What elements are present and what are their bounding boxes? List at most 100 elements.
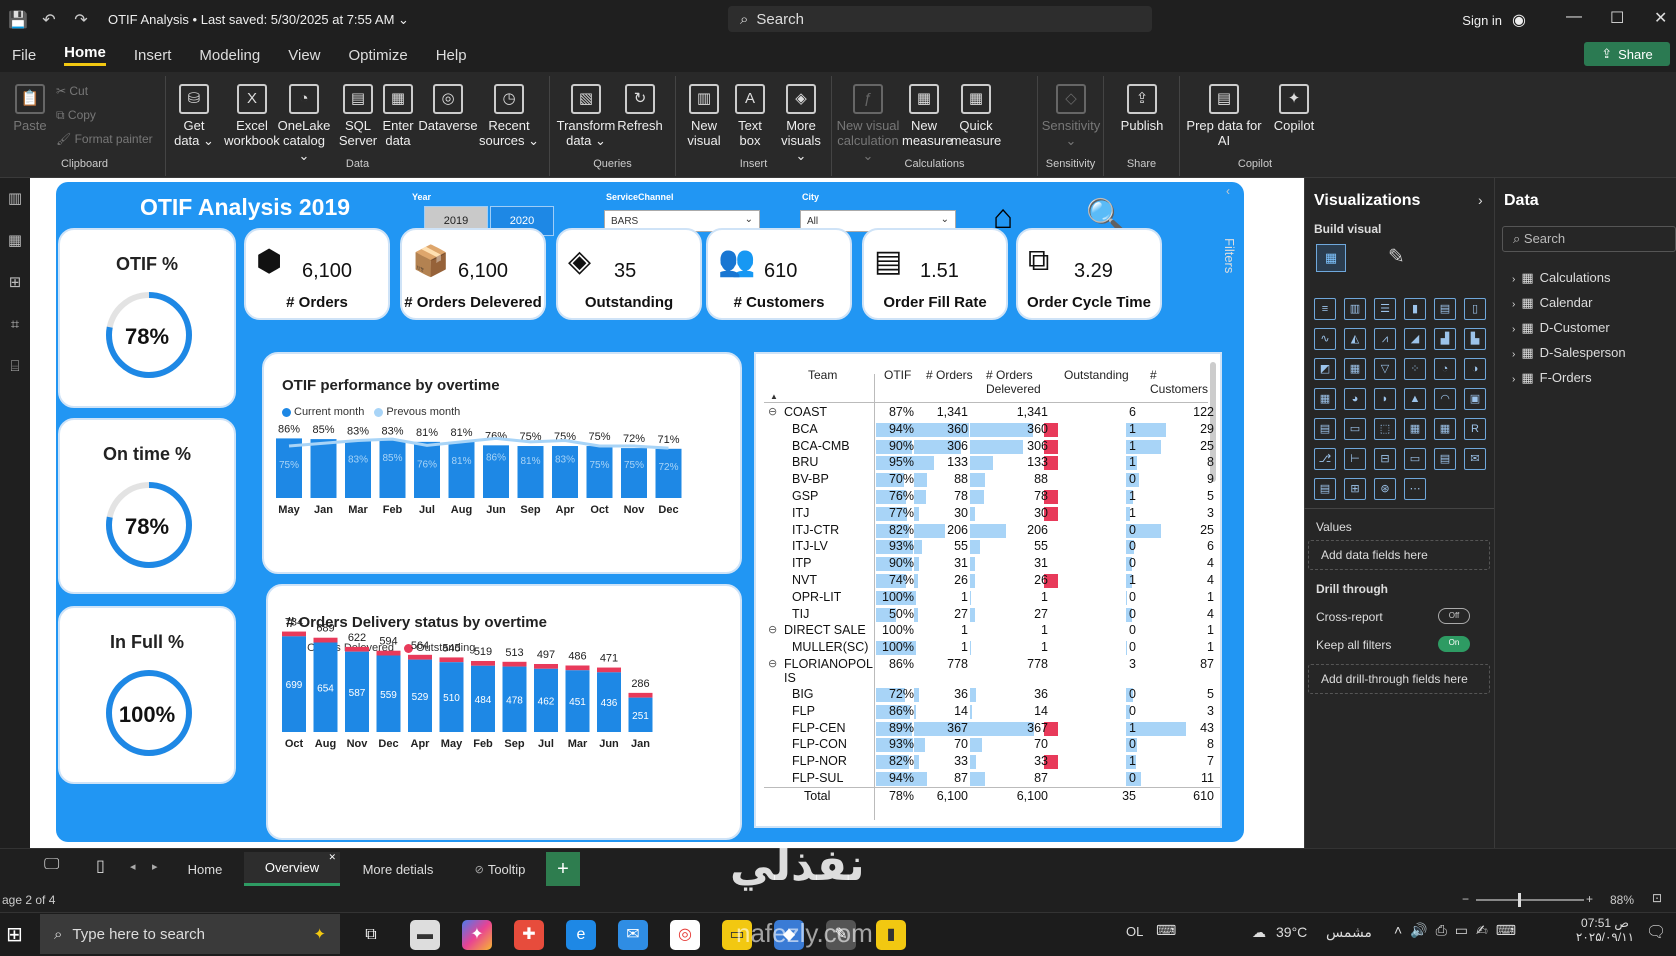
zoom-slider[interactable] bbox=[1476, 899, 1584, 901]
tab-more-details[interactable]: More detials bbox=[348, 852, 448, 886]
visual-type-icon-10[interactable]: ▟ bbox=[1434, 328, 1456, 350]
table-row[interactable]: OPR-LIT 100% 1 1 0 1 bbox=[764, 589, 1220, 606]
redo-icon[interactable]: ↷ bbox=[72, 10, 90, 30]
bar-outstanding[interactable] bbox=[313, 637, 338, 643]
format-painter-button[interactable]: 🖌 Format painter bbox=[56, 132, 153, 146]
drill-through-well[interactable]: Add drill-through fields here bbox=[1308, 664, 1490, 694]
collapse-icon[interactable]: ⊖ bbox=[768, 405, 777, 418]
visual-type-icon-23[interactable]: ▣ bbox=[1464, 388, 1486, 410]
menu-file[interactable]: File bbox=[12, 47, 36, 64]
mail-icon[interactable]: ✉ bbox=[618, 920, 648, 950]
visual-type-icon-33[interactable]: ▭ bbox=[1404, 448, 1426, 470]
table-row[interactable]: ITJ 77% 30 30 1 3 bbox=[764, 505, 1220, 522]
cross-report-toggle[interactable]: Off bbox=[1438, 608, 1470, 624]
zoom-out-icon[interactable]: − bbox=[1462, 892, 1469, 906]
visual-type-icon-24[interactable]: ▤ bbox=[1314, 418, 1336, 440]
tab-home[interactable]: Home bbox=[170, 852, 240, 886]
table-row[interactable]: ITP 90% 31 31 0 4 bbox=[764, 555, 1220, 572]
table-row[interactable]: MULLER(SC) 100% 1 1 0 1 bbox=[764, 639, 1220, 656]
edge-icon[interactable]: e bbox=[566, 920, 596, 950]
menu-home[interactable]: Home bbox=[64, 44, 106, 66]
visual-type-icon-0[interactable]: ≡ bbox=[1314, 298, 1336, 320]
visual-type-icon-12[interactable]: ◩ bbox=[1314, 358, 1336, 380]
ribbon-calculations-button-0[interactable]: ƒ New visual calculation ⌄ bbox=[836, 84, 900, 163]
table-row[interactable]: BCA 94% 360 360 1 29 bbox=[764, 421, 1220, 438]
bar-outstanding[interactable] bbox=[565, 665, 590, 671]
filters-collapse-icon[interactable]: ‹ bbox=[1226, 184, 1230, 198]
bar-current[interactable] bbox=[448, 441, 475, 498]
ribbon-data-button-3[interactable]: ▤ SQL Server bbox=[336, 84, 380, 148]
bar-outstanding[interactable] bbox=[282, 631, 306, 637]
data-table-f-orders[interactable]: › ▦ F-Orders bbox=[1512, 370, 1592, 386]
ribbon-insert-button-1[interactable]: A Text box bbox=[728, 84, 772, 148]
collapse-icon[interactable]: ⊖ bbox=[768, 657, 777, 670]
bar-current[interactable] bbox=[345, 440, 371, 498]
visual-type-icon-26[interactable]: ⬚ bbox=[1374, 418, 1396, 440]
sign-in-button[interactable]: Sign in ◉ bbox=[1462, 10, 1526, 30]
format-visual-icon[interactable]: ✎ bbox=[1388, 244, 1405, 269]
menu-view[interactable]: View bbox=[288, 47, 320, 64]
share-button[interactable]: ⇪ Share bbox=[1584, 42, 1670, 66]
add-page-button[interactable]: + bbox=[546, 852, 580, 886]
visual-type-icon-34[interactable]: ▤ bbox=[1434, 448, 1456, 470]
gift-icon[interactable]: ✚ bbox=[514, 920, 544, 950]
table-row[interactable]: BV-BP 70% 88 88 0 9 bbox=[764, 471, 1220, 488]
close-icon[interactable]: ✕ bbox=[1654, 8, 1667, 28]
menu-help[interactable]: Help bbox=[436, 47, 467, 64]
visual-type-icon-2[interactable]: ☰ bbox=[1374, 298, 1396, 320]
tab-overview[interactable]: Overview ✕ bbox=[244, 852, 340, 886]
weather-icon[interactable]: ☁ bbox=[1252, 924, 1266, 941]
visual-type-icon-28[interactable]: ▦ bbox=[1434, 418, 1456, 440]
table-view-icon[interactable]: ▦ bbox=[0, 220, 30, 262]
visual-type-icon-30[interactable]: ⎇ bbox=[1314, 448, 1336, 470]
powerbi-taskbar-icon[interactable]: ▮ bbox=[876, 920, 906, 950]
visual-type-icon-8[interactable]: ⩘ bbox=[1374, 328, 1396, 350]
chevron-right-icon[interactable]: › bbox=[1478, 192, 1483, 208]
filters-pane-tab[interactable]: Filters bbox=[1222, 238, 1237, 273]
table-row[interactable]: ITJ-LV 93% 55 55 0 6 bbox=[764, 538, 1220, 555]
zoom-slider-thumb[interactable] bbox=[1518, 893, 1521, 907]
fit-page-icon[interactable]: ⊡ bbox=[1652, 891, 1662, 905]
table-row[interactable]: FLP-SUL 94% 87 87 0 11 bbox=[764, 770, 1220, 787]
table-group-row[interactable]: ⊖ FLORIANOPOL IS 86% 778 778 3 87 bbox=[764, 656, 1220, 686]
bar-outstanding[interactable] bbox=[502, 661, 527, 667]
visual-type-icon-6[interactable]: ∿ bbox=[1314, 328, 1336, 350]
prev-page-icon[interactable]: ◂ bbox=[130, 860, 136, 873]
visual-type-icon-18[interactable]: ▦ bbox=[1314, 388, 1336, 410]
visual-type-icon-37[interactable]: ⊞ bbox=[1344, 478, 1366, 500]
bar-current[interactable] bbox=[310, 439, 337, 498]
table-row[interactable]: FLP 86% 14 14 0 3 bbox=[764, 703, 1220, 720]
maximize-icon[interactable]: ☐ bbox=[1610, 8, 1624, 28]
table-row[interactable]: NVT 74% 26 26 1 4 bbox=[764, 572, 1220, 589]
bar-outstanding[interactable] bbox=[628, 692, 653, 698]
visual-type-icon-16[interactable]: ◔ bbox=[1434, 358, 1456, 380]
menu-modeling[interactable]: Modeling bbox=[199, 47, 260, 64]
bar-current[interactable] bbox=[517, 446, 544, 498]
paste-button[interactable]: 📋 Paste bbox=[10, 84, 50, 133]
system-tray-icons[interactable]: ˄🔊⎙▭✍⌨ bbox=[1394, 922, 1524, 939]
ribbon-copilot-button-0[interactable]: ▤ Prep data for AI bbox=[1186, 84, 1262, 148]
visual-type-icon-13[interactable]: ▦ bbox=[1344, 358, 1366, 380]
visual-type-icon-17[interactable]: ◑ bbox=[1464, 358, 1486, 380]
bar-outstanding[interactable] bbox=[471, 660, 495, 666]
undo-icon[interactable]: ↶ bbox=[40, 10, 58, 30]
ribbon-queries-button-1[interactable]: ↻ Refresh bbox=[614, 84, 666, 133]
bar-current[interactable] bbox=[586, 446, 613, 498]
table-row[interactable]: BIG 72% 36 36 0 5 bbox=[764, 686, 1220, 703]
ribbon-data-button-2[interactable]: ◔ OneLake catalog ⌄ bbox=[276, 84, 332, 163]
notification-icon[interactable]: 🗨 bbox=[1646, 922, 1666, 942]
ribbon-sensitivity-button-0[interactable]: ◇ Sensitivity ⌄ bbox=[1040, 84, 1102, 148]
values-well[interactable]: Add data fields here bbox=[1308, 540, 1490, 570]
bar-outstanding[interactable] bbox=[439, 657, 464, 663]
dax-query-icon[interactable]: ⌗ bbox=[0, 304, 30, 346]
visual-type-icon-1[interactable]: ▥ bbox=[1344, 298, 1366, 320]
report-view-icon[interactable]: ▥ bbox=[0, 178, 30, 220]
keep-filters-toggle[interactable]: On bbox=[1438, 636, 1470, 652]
bar-outstanding[interactable] bbox=[534, 663, 558, 669]
chrome-icon[interactable]: ◎ bbox=[670, 920, 700, 950]
visual-type-icon-31[interactable]: ⊢ bbox=[1344, 448, 1366, 470]
bar-current[interactable] bbox=[655, 448, 682, 498]
zoom-in-icon[interactable]: + bbox=[1586, 892, 1593, 906]
task-view-icon[interactable]: ⧉ bbox=[356, 920, 386, 950]
close-tab-icon[interactable]: ✕ bbox=[328, 852, 336, 863]
